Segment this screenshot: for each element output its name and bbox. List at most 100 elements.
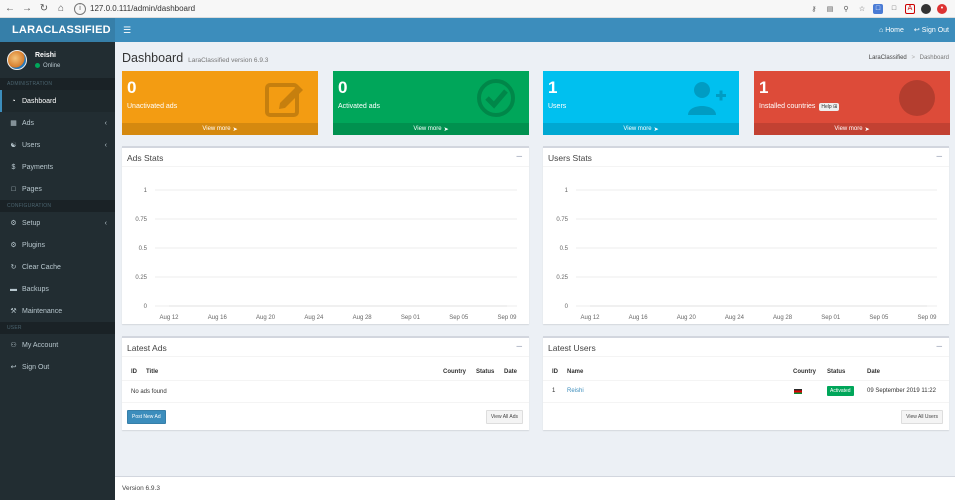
arrow-circle-right-icon: ➤ bbox=[443, 126, 449, 133]
column-header: Date bbox=[867, 369, 881, 375]
reload-icon[interactable]: ↻ bbox=[37, 2, 51, 16]
menu-toggle-icon[interactable]: ☰ bbox=[123, 25, 131, 36]
column-header: Country bbox=[793, 369, 816, 375]
sidebar-item-setup[interactable]: ⚙ Setup ‹ bbox=[0, 212, 115, 234]
sidebar-item-label: Pages bbox=[22, 185, 42, 193]
stat-box-activated-ads: 0 Activated ads View more ➤ bbox=[333, 71, 529, 135]
x-tick-label: Sep 05 bbox=[869, 315, 889, 321]
sidebar-item-maintenance[interactable]: ⚒ Maintenance bbox=[0, 300, 115, 322]
sign-out-link[interactable]: ↩ Sign Out bbox=[914, 26, 949, 35]
url-text: 127.0.0.111/admin/dashboard bbox=[90, 4, 196, 13]
stat-footer-link[interactable]: View more ➤ bbox=[754, 123, 950, 135]
sign-out-link-label: Sign Out bbox=[921, 26, 949, 34]
breadcrumb: LaraClassified > Dashboard bbox=[869, 55, 949, 61]
edit-icon bbox=[265, 83, 303, 117]
sidebar-item-label: Setup bbox=[22, 219, 41, 227]
key-icon[interactable]: ⚷ bbox=[809, 4, 819, 14]
stat-footer-link[interactable]: View more ➤ bbox=[543, 123, 739, 135]
pdf-icon[interactable]: A bbox=[905, 3, 915, 14]
star-icon[interactable]: ☆ bbox=[857, 4, 867, 14]
x-tick-label: Aug 24 bbox=[725, 315, 745, 321]
home-link-label: Home bbox=[885, 26, 904, 34]
sidebar-item-label: Backups bbox=[22, 285, 49, 293]
extension-blue-icon[interactable]: □ bbox=[873, 3, 883, 14]
brand-logo[interactable]: LARACLASSIFIED bbox=[0, 18, 115, 42]
file-icon: □ bbox=[11, 185, 16, 193]
box-divider bbox=[543, 166, 949, 167]
sidebar-item-label: Ads bbox=[22, 119, 35, 127]
column-header: ID bbox=[552, 369, 558, 375]
page-title: Dashboard bbox=[122, 51, 184, 65]
stat-label-text: Installed countries bbox=[759, 103, 816, 110]
user-status-text: Online bbox=[43, 62, 61, 69]
view-all-ads-button[interactable]: View All Ads bbox=[485, 410, 523, 424]
row-divider bbox=[543, 402, 949, 403]
x-tick-label: Aug 20 bbox=[677, 315, 697, 321]
breadcrumb-root[interactable]: LaraClassified bbox=[869, 55, 907, 61]
sidebar-header-configuration: CONFIGURATION bbox=[0, 200, 115, 212]
post-new-ad-button[interactable]: Post New Ad bbox=[127, 410, 166, 424]
sidebar-item-my-account[interactable]: ⚇ My Account bbox=[0, 334, 115, 356]
stat-value: 1 bbox=[759, 78, 769, 97]
sidebar-item-label: Dashboard bbox=[22, 97, 57, 105]
collapse-icon[interactable]: – bbox=[936, 341, 942, 352]
zoom-icon[interactable]: ⚲ bbox=[841, 4, 851, 14]
collapse-icon[interactable]: – bbox=[936, 151, 942, 162]
sign-out-icon: ↩ bbox=[10, 364, 17, 371]
latest-users-box: Latest Users – ID Name Country Status Da… bbox=[543, 336, 949, 430]
profile-icon[interactable] bbox=[921, 3, 931, 14]
home-icon[interactable]: ⌂ bbox=[54, 2, 68, 16]
user-plus-icon bbox=[688, 82, 726, 115]
user-name-link[interactable]: Reishi bbox=[567, 388, 584, 394]
stat-footer-label: View more bbox=[623, 126, 652, 132]
user-status: Online bbox=[35, 63, 60, 69]
sidebar-header-administration: ADMINISTRATION bbox=[0, 78, 115, 90]
status-badge-label: Activated bbox=[827, 386, 854, 396]
extension-translate-icon[interactable]: □ bbox=[889, 4, 899, 14]
address-bar[interactable]: i 127.0.0.111/admin/dashboard bbox=[74, 2, 809, 16]
empty-message: No ads found bbox=[131, 389, 167, 395]
sidebar-item-dashboard[interactable]: ◔ Dashboard bbox=[0, 90, 115, 112]
view-all-users-button[interactable]: View All Users bbox=[901, 410, 943, 424]
stop-icon[interactable]: • bbox=[937, 3, 947, 14]
translate-icon[interactable]: ▤ bbox=[825, 4, 835, 14]
sidebar-item-sign-out[interactable]: ↩ Sign Out bbox=[0, 356, 115, 378]
main-content: Dashboard LaraClassified version 6.9.3 L… bbox=[115, 42, 955, 500]
sidebar-item-clear-cache[interactable]: ↻ Clear Cache bbox=[0, 256, 115, 278]
back-arrow-icon[interactable]: ← bbox=[3, 2, 17, 16]
x-tick-label: Sep 01 bbox=[401, 315, 421, 321]
globe-icon bbox=[899, 80, 935, 116]
x-tick-label: Aug 24 bbox=[304, 315, 324, 321]
collapse-icon[interactable]: – bbox=[516, 341, 522, 352]
collapse-icon[interactable]: – bbox=[516, 151, 522, 162]
y-tick-label: 0.75 bbox=[556, 217, 568, 223]
plus-square-icon: ⊞ bbox=[833, 104, 838, 110]
dashboard-icon: ◔ bbox=[11, 97, 16, 105]
stat-footer-link[interactable]: View more ➤ bbox=[333, 123, 529, 135]
stat-footer-link[interactable]: View more ➤ bbox=[122, 123, 318, 135]
help-badge[interactable]: Help ⊞ bbox=[819, 103, 840, 111]
sidebar-item-ads[interactable]: ▦ Ads ‹ bbox=[0, 112, 115, 134]
x-tick-label: Aug 28 bbox=[773, 315, 793, 321]
check-circle-icon bbox=[477, 79, 515, 117]
forward-arrow-icon[interactable]: → bbox=[20, 2, 34, 16]
sidebar-item-backups[interactable]: ▬ Backups bbox=[0, 278, 115, 300]
info-icon[interactable]: i bbox=[74, 2, 86, 15]
x-tick-label: Sep 05 bbox=[449, 315, 469, 321]
hdd-icon: ▬ bbox=[10, 285, 17, 293]
arrow-circle-right-icon: ➤ bbox=[864, 126, 870, 133]
avatar bbox=[7, 50, 27, 70]
y-tick-label: 1 bbox=[565, 188, 569, 194]
x-tick-label: Aug 16 bbox=[208, 315, 228, 321]
sidebar-item-plugins[interactable]: ⚙ Plugins bbox=[0, 234, 115, 256]
sidebar-item-payments[interactable]: $ Payments bbox=[0, 156, 115, 178]
stat-label: Installed countries Help ⊞ bbox=[759, 103, 840, 111]
home-link[interactable]: ⌂ Home bbox=[879, 26, 904, 34]
user-date: 09 September 2019 11:22 bbox=[867, 388, 936, 394]
sidebar-item-users[interactable]: ☯ Users ‹ bbox=[0, 134, 115, 156]
stat-label: Users bbox=[548, 103, 567, 110]
stat-footer-label: View more bbox=[202, 126, 231, 132]
page-header: Dashboard LaraClassified version 6.9.3 bbox=[122, 51, 268, 65]
sidebar-item-pages[interactable]: □ Pages bbox=[0, 178, 115, 200]
stat-footer-label: View more bbox=[834, 126, 863, 132]
